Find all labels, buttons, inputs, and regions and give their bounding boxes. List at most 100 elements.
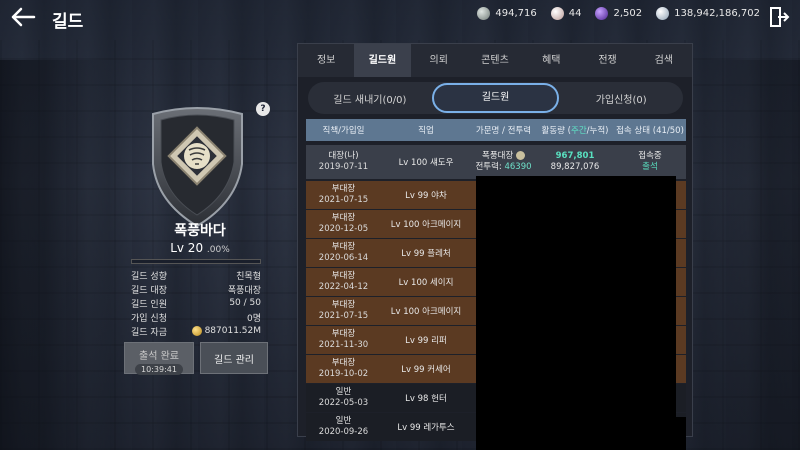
member-rank: 부대장 2021-07-15 (306, 184, 381, 206)
tab-search[interactable]: 검색 (636, 44, 692, 77)
attendance-time: 10:39:41 (135, 364, 183, 375)
help-icon[interactable]: ? (256, 102, 270, 116)
stat-label: 길드 대장 (131, 285, 167, 296)
total-activity: 89,827,076 (550, 162, 600, 172)
attendance-label: 출석 완료 (139, 351, 179, 362)
rank-label: 일반 (335, 416, 352, 426)
member-class: Lv 99 플레처 (401, 249, 451, 259)
white-gem-icon (656, 7, 670, 20)
tab-bar: 정보 길드원 의뢰 콘텐츠 혜택 전쟁 검색 (298, 44, 692, 77)
guild-member-panel: 정보 길드원 의뢰 콘텐츠 혜택 전쟁 검색 길드 새내기(0/0) 길드원 가… (297, 43, 693, 450)
attendance-button[interactable]: 출석 완료 10:39:41 (124, 342, 194, 375)
top-bar: 길드 494,716 44 2,502 138,942,186,702 (0, 0, 800, 34)
member-subtabs: 길드 새내기(0/0) 길드원 가입신청(0) (308, 82, 683, 114)
pearl-icon (550, 7, 564, 20)
stat-row: 길드 인원 50 / 50 (131, 296, 261, 310)
header-activity[interactable]: 활동량 (주간/누적) (536, 124, 614, 136)
member-rank: 부대장 2022-04-12 (306, 271, 381, 293)
member-activity: 967,801 89,827,076 (536, 151, 614, 173)
rank-label: 일반 (335, 387, 352, 397)
attendance-status: 출석 (642, 162, 658, 172)
member-list: 대장(나) 2019-07-11 Lv 100 섀도우 폭풍대장 전투력: 46… (306, 145, 686, 450)
guild-funds-value: 887011.52M (204, 326, 261, 336)
shield-emblem-icon (152, 107, 243, 228)
gold-coin-icon (191, 326, 202, 336)
rank-label: 부대장 (331, 242, 356, 252)
header-family[interactable]: 가문명 / 전투력 (471, 124, 536, 136)
guild-name: 폭풍바다 (174, 223, 226, 239)
stat-value: 친목형 (236, 271, 261, 282)
table-header: 직책/가입일 직업 가문명 / 전투력 활동량 (주간/누적) 접속 상태 (4… (306, 119, 686, 141)
member-class: Lv 100 세이지 (398, 278, 454, 288)
page-title: 길드 (52, 12, 84, 32)
join-date: 2021-07-15 (318, 311, 369, 321)
currency-value: 138,942,186,702 (674, 8, 760, 19)
tab-content[interactable]: 콘텐츠 (467, 44, 523, 77)
currency-value: 2,502 (613, 8, 643, 19)
tab-info[interactable]: 정보 (298, 44, 354, 77)
subtab-newbies[interactable]: 길드 새내기(0/0) (308, 91, 432, 106)
tab-war[interactable]: 전쟁 (579, 44, 635, 77)
tab-benefits[interactable]: 혜택 (523, 44, 579, 77)
online-status: 접속중 (638, 151, 662, 161)
table-row-leader[interactable]: 대장(나) 2019-07-11 Lv 100 섀도우 폭풍대장 전투력: 46… (306, 145, 686, 179)
subtab-applications[interactable]: 가입신청(0) (559, 91, 683, 106)
member-rank: 부대장 2021-11-30 (306, 329, 381, 351)
member-rank: 대장(나) 2019-07-11 (306, 151, 381, 173)
header-activity-text: 활동량 ( (541, 126, 571, 136)
redacted-area (476, 176, 676, 450)
stat-value: 0명 (246, 313, 261, 324)
member-class: Lv 99 레가투스 (397, 423, 455, 433)
silver-coin-icon (477, 7, 491, 20)
member-rank: 부대장 2020-12-05 (306, 213, 381, 235)
join-date: 2020-06-14 (318, 253, 369, 263)
stat-row: 길드 자금 887011.52M (131, 324, 261, 338)
guild-level-value: Lv 20 (170, 241, 204, 255)
combat-power-value: 46390 (504, 162, 532, 172)
combat-power-label: 전투력: (475, 162, 502, 172)
member-class: Lv 99 야차 (405, 191, 447, 201)
redacted-area (661, 417, 686, 450)
header-rank[interactable]: 직책/가입일 (306, 124, 381, 136)
tab-members[interactable]: 길드원 (354, 44, 411, 77)
back-arrow-icon[interactable] (10, 6, 36, 28)
purple-crystal-icon (595, 7, 609, 20)
tab-requests[interactable]: 의뢰 (411, 44, 467, 77)
member-class: Lv 100 아크메이지 (390, 220, 462, 230)
member-family: 폭풍대장 전투력: 46390 (471, 151, 536, 173)
member-class: Lv 100 아크메이지 (390, 307, 462, 317)
rank-label: 부대장 (331, 213, 356, 223)
header-activity-weekly: 주간 (571, 126, 587, 136)
stat-value: 50 / 50 (229, 298, 261, 308)
currency-silver: 494,716 (477, 7, 537, 20)
member-rank: 부대장 2019-10-02 (306, 358, 381, 380)
guild-manage-button[interactable]: 길드 관리 (200, 342, 268, 374)
currency-crystal: 2,502 (595, 7, 642, 20)
join-date: 2019-10-02 (318, 369, 369, 379)
rank-label: 대장(나) (328, 151, 359, 161)
exit-icon[interactable] (768, 6, 790, 28)
family-name: 폭풍대장 (482, 151, 514, 161)
header-activity-total: /누적) (586, 126, 609, 136)
rank-label: 부대장 (331, 329, 356, 339)
background-tower-right (680, 60, 800, 450)
join-date: 2020-12-05 (318, 224, 369, 234)
join-date: 2022-04-12 (318, 282, 369, 292)
stat-row: 길드 대장 폭풍대장 (131, 282, 261, 296)
rank-label: 부대장 (331, 271, 356, 281)
member-status: 접속중 출석 (614, 151, 686, 173)
member-class: Lv 100 섀도우 (398, 158, 454, 168)
emblem-small-icon (515, 151, 525, 160)
header-class[interactable]: 직업 (381, 124, 471, 136)
join-date: 2021-11-30 (318, 340, 369, 350)
header-status[interactable]: 접속 상태 (41/50) (614, 124, 686, 136)
rank-label: 부대장 (331, 300, 356, 310)
rank-label: 부대장 (331, 358, 356, 368)
join-date: 2021-07-15 (318, 195, 369, 205)
subtab-members[interactable]: 길드원 (431, 83, 560, 113)
stat-label: 길드 인원 (131, 299, 167, 310)
stat-value: 887011.52M (191, 326, 261, 336)
guild-exp-bar (131, 259, 261, 264)
member-class: Lv 99 커세어 (401, 365, 451, 375)
member-rank: 부대장 2021-07-15 (306, 300, 381, 322)
